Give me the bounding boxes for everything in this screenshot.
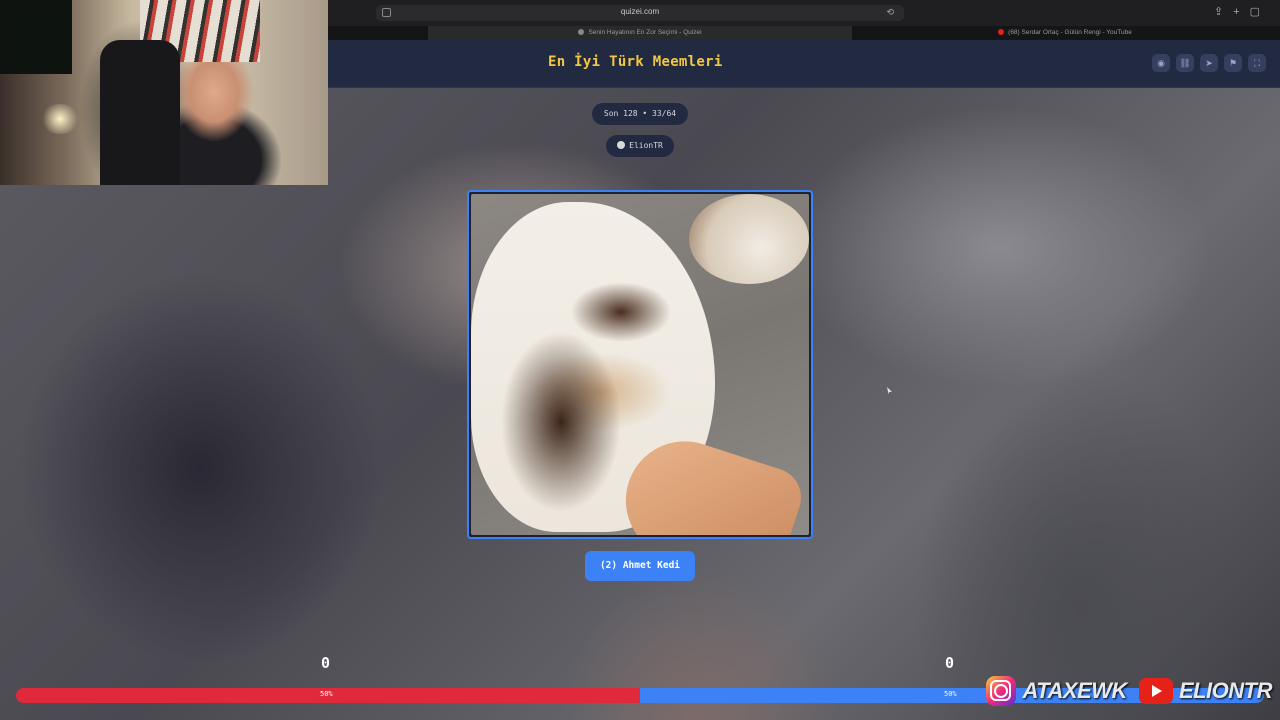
- cat-image: [471, 194, 809, 535]
- url-text: quizei.com: [620, 7, 660, 16]
- stream-socials-overlay: ATAXEWK ELIONTR: [986, 676, 1273, 706]
- youtube-favicon-icon: [998, 29, 1005, 36]
- webcam-overlay: [0, 0, 328, 185]
- address-bar[interactable]: quizei.com ⟲: [376, 5, 904, 21]
- youtube-icon: [1138, 678, 1173, 704]
- tab-label: (68) Serdar Ortaç - Gülün Rengi - YouTub…: [1008, 29, 1132, 36]
- tab-favicon-icon: [578, 29, 585, 36]
- header-actions: ◉ ⛓ ➤ ⚑ ⛶: [1152, 54, 1266, 72]
- score-left: 0: [321, 654, 331, 672]
- round-badge: Son 128 • 33/64: [592, 103, 688, 125]
- vote-right-percent: 50%: [944, 690, 957, 698]
- instagram-handle: ATAXEWK: [986, 676, 1127, 706]
- instagram-text: ATAXEWK: [1022, 678, 1127, 703]
- share-icon[interactable]: ⇪: [1214, 6, 1233, 18]
- author-avatar-icon: [617, 141, 626, 149]
- author-name: ElionTR: [629, 141, 663, 150]
- vote-left-percent: 50%: [320, 690, 333, 698]
- tab-quizei[interactable]: Senin Hayatının En Zor Seçimi - Quizei: [428, 26, 852, 40]
- tabs-overview-icon[interactable]: ▢: [1250, 6, 1270, 18]
- vote-bar-left: 50%: [16, 688, 640, 703]
- eye-icon[interactable]: ◉: [1152, 54, 1170, 72]
- reload-icon[interactable]: ⟲: [886, 7, 898, 18]
- youtube-text: ELIONTR: [1178, 678, 1273, 703]
- tab-label: Senin Hayatının En Zor Seçimi - Quizei: [588, 29, 702, 36]
- author-badge[interactable]: ElionTR: [606, 135, 674, 157]
- link-icon[interactable]: ⛓: [1176, 54, 1194, 72]
- page: quizei.com ⟲ ⇪+▢ Senin Hayatının En Zor …: [0, 0, 1280, 720]
- flag-icon[interactable]: ⚑: [1224, 54, 1242, 72]
- browser-actions: ⇪+▢: [1214, 5, 1270, 18]
- option-select-button[interactable]: (2) Ahmet Kedi: [585, 551, 695, 581]
- fullscreen-icon[interactable]: ⛶: [1248, 54, 1266, 72]
- option-image-card[interactable]: [467, 190, 813, 539]
- score-right: 0: [945, 654, 955, 672]
- page-title: En İyi Türk Meemleri: [548, 54, 723, 70]
- webcam-chair: [100, 40, 180, 185]
- webcam-tv: [0, 0, 72, 74]
- new-tab-icon[interactable]: +: [1233, 6, 1249, 18]
- cat-head: [689, 194, 809, 284]
- tab-youtube[interactable]: (68) Serdar Ortaç - Gülün Rengi - YouTub…: [853, 26, 1277, 40]
- send-icon[interactable]: ➤: [1200, 54, 1218, 72]
- instagram-icon: [986, 676, 1017, 706]
- webcam-lamp: [40, 104, 80, 134]
- youtube-handle: ELIONTR: [1138, 678, 1273, 704]
